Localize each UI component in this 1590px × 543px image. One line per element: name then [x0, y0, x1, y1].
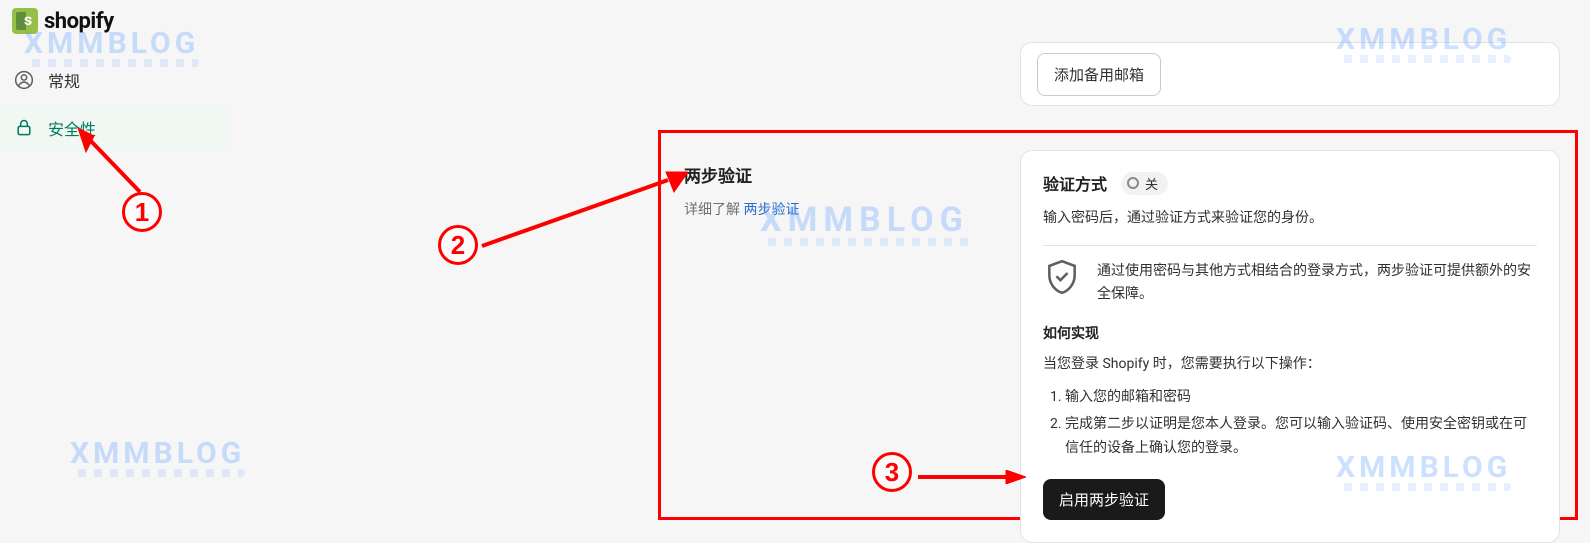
watermark: XMMBLOG	[70, 436, 245, 477]
enable-two-step-button[interactable]: 启用两步验证	[1043, 479, 1165, 520]
status-badge: 关	[1121, 172, 1168, 195]
annotation-marker-1: 1	[122, 192, 162, 232]
annotation-arrow-1	[70, 128, 150, 198]
howto-lead: 当您登录 Shopify 时，您需要执行以下操作：	[1043, 353, 1537, 375]
two-step-title: 两步验证	[684, 162, 1004, 187]
shopify-logo-icon	[12, 8, 38, 34]
verification-method-panel: 验证方式 关 输入密码后，通过验证方式来验证您的身份。 通过使用密码与其他方式相…	[1020, 150, 1560, 543]
howto-step: 完成第二步以证明是您本人登录。您可以输入验证码、使用安全密钥或在可信任的设备上确…	[1065, 413, 1537, 461]
status-dot-icon	[1127, 177, 1139, 189]
shopify-logo-text: shopify	[44, 9, 114, 34]
howto-title: 如何实现	[1043, 323, 1537, 343]
backup-email-panel: 添加备用邮箱	[1020, 42, 1560, 106]
status-label: 关	[1145, 174, 1158, 193]
shopify-logo: shopify	[12, 8, 114, 34]
sidebar-item-general[interactable]: 常规	[0, 56, 228, 104]
annotation-marker-3: 3	[872, 452, 912, 492]
annotation-marker-2: 2	[438, 225, 478, 265]
shield-info-row: 通过使用密码与其他方式相结合的登录方式，两步验证可提供额外的安全保障。	[1043, 245, 1537, 305]
two-step-section-header: 两步验证 详细了解 两步验证	[684, 162, 1004, 219]
shield-info-text: 通过使用密码与其他方式相结合的登录方式，两步验证可提供额外的安全保障。	[1097, 258, 1537, 305]
learn-more-link[interactable]: 两步验证	[743, 202, 799, 218]
lock-icon	[14, 118, 34, 138]
panel-header: 验证方式 关	[1043, 171, 1537, 195]
user-circle-icon	[14, 70, 34, 90]
verification-method-title: 验证方式	[1043, 171, 1107, 195]
add-backup-email-button[interactable]: 添加备用邮箱	[1037, 53, 1161, 96]
annotation-arrow-2	[478, 170, 688, 250]
two-step-subtitle: 详细了解 两步验证	[684, 199, 1004, 219]
sidebar-item-label: 常规	[48, 68, 80, 92]
howto-steps-list: 输入您的邮箱和密码 完成第二步以证明是您本人登录。您可以输入验证码、使用安全密钥…	[1043, 386, 1537, 461]
learn-more-prefix: 详细了解	[684, 202, 743, 218]
shield-check-icon	[1043, 258, 1081, 296]
howto-step: 输入您的邮箱和密码	[1065, 386, 1537, 410]
annotation-arrow-3	[916, 470, 1026, 484]
verification-desc: 输入密码后，通过验证方式来验证您的身份。	[1043, 207, 1537, 229]
